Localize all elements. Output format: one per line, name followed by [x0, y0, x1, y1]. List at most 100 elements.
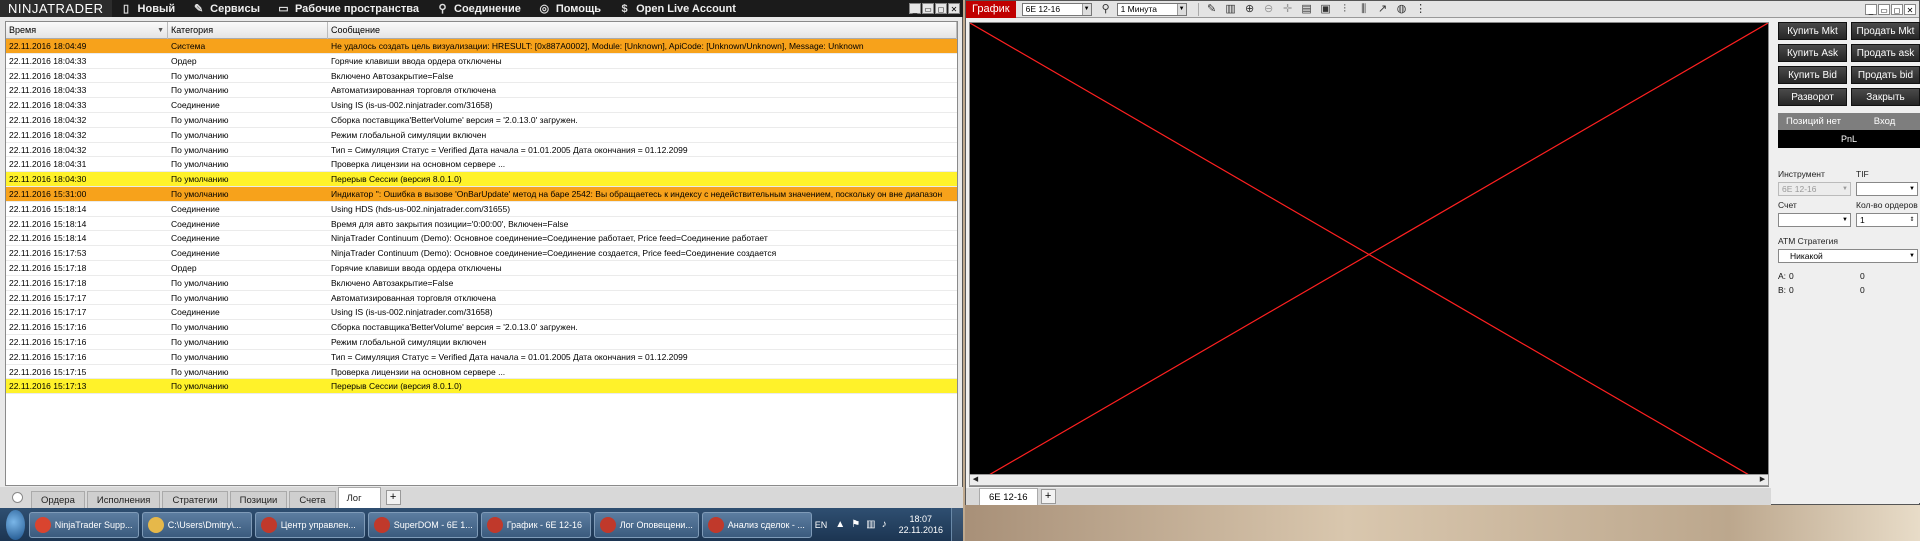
table-row[interactable]: 22.11.2016 15:18:14 Соединение Время для а…: [6, 217, 957, 232]
network-icon[interactable]: ▥: [866, 519, 875, 530]
scroll-left-icon[interactable]: ◀: [970, 475, 981, 485]
log-category: По умолчанию: [171, 159, 229, 170]
menu-item-3[interactable]: ⚲ Соединение: [428, 0, 530, 17]
volume-icon[interactable]: ♪: [882, 519, 887, 530]
chart-tab[interactable]: 6E 12-16: [979, 488, 1038, 506]
taskbar-item[interactable]: C:\Users\Dmitry\...: [141, 511, 252, 538]
table-row[interactable]: 22.11.2016 15:17:16 По умолчанию Режим гло…: [6, 335, 957, 350]
table-row[interactable]: 22.11.2016 18:04:32 По умолчанию Тип = Сим…: [6, 143, 957, 158]
scroll-right-icon[interactable]: ▶: [1757, 475, 1768, 485]
tab-4[interactable]: Счета: [289, 491, 336, 508]
pencil-icon[interactable]: ✎: [1204, 2, 1220, 17]
show-hidden-icons-icon[interactable]: ▲: [835, 519, 845, 530]
interval-selector[interactable]: 1 Минута ▼: [1116, 2, 1187, 16]
start-button[interactable]: [6, 509, 25, 540]
tab-2[interactable]: Стратегии: [162, 491, 228, 508]
minimize-button[interactable]: _: [909, 3, 921, 14]
sell-market-button[interactable]: Продать Mkt: [1851, 22, 1920, 40]
column-header-category[interactable]: Категория: [168, 22, 328, 39]
menu-item-4[interactable]: ◎ Помощь: [530, 0, 610, 17]
properties-icon[interactable]: ▤: [1299, 2, 1315, 17]
flag-icon[interactable]: ⚑: [851, 519, 860, 530]
menu-item-2[interactable]: ▭ Рабочие пространства: [269, 0, 428, 17]
zoom-out-icon[interactable]: ⊖: [1261, 2, 1277, 17]
reverse-button[interactable]: Разворот: [1778, 88, 1847, 106]
bar-type-icon[interactable]: ▥: [1223, 2, 1239, 17]
close-button[interactable]: ✕: [948, 3, 960, 14]
tab-0[interactable]: Ордера: [31, 491, 85, 508]
clock[interactable]: 18:07 22.11.2016: [899, 514, 943, 536]
add-tab-button[interactable]: +: [385, 490, 401, 505]
chart-canvas[interactable]: [969, 22, 1769, 487]
table-row[interactable]: 22.11.2016 15:17:17 Соединение Using IS (i…: [6, 305, 957, 321]
column-header-message[interactable]: Сообщение: [328, 22, 957, 39]
table-row[interactable]: 22.11.2016 15:17:53 Соединение NinjaTrader…: [6, 246, 957, 261]
maximize-button[interactable]: ◻: [1891, 3, 1903, 15]
maximize-button[interactable]: ◻: [935, 3, 947, 14]
table-row[interactable]: 22.11.2016 15:17:18 Ордер Горячие клавиши …: [6, 261, 957, 276]
account-select[interactable]: ▼: [1778, 213, 1851, 227]
table-row[interactable]: 22.11.2016 15:17:16 По умолчанию Тип = Сим…: [6, 350, 957, 365]
table-row[interactable]: 22.11.2016 15:17:16 По умолчанию Сборка по…: [6, 320, 957, 335]
language-indicator[interactable]: EN: [815, 520, 828, 530]
table-row[interactable]: 22.11.2016 18:04:49 Система Не удалось соз…: [6, 39, 957, 54]
table-row[interactable]: 22.11.2016 15:17:17 По умолчанию Автоматиз…: [6, 291, 957, 306]
table-row[interactable]: 22.11.2016 15:17:15 По умолчанию Проверка …: [6, 365, 957, 380]
restore-button[interactable]: ▭: [1878, 3, 1890, 15]
instrument-selector[interactable]: 6E 12-16 ▼: [1021, 2, 1092, 16]
chart-horizontal-scrollbar[interactable]: ◀ ▶: [969, 474, 1769, 486]
buy-bid-button[interactable]: Купить Bid: [1778, 66, 1847, 84]
table-row[interactable]: 22.11.2016 18:04:32 По умолчанию Режим гло…: [6, 128, 957, 143]
taskbar-item[interactable]: График - 6E 12-16: [480, 511, 591, 538]
table-row[interactable]: 22.11.2016 15:31:00 По умолчанию Индикатор…: [6, 186, 957, 202]
stepper-arrows-icon[interactable]: ⇕: [1907, 214, 1917, 226]
sell-ask-button[interactable]: Продать ask: [1851, 44, 1920, 62]
bars-icon[interactable]: ⫼: [1356, 2, 1372, 17]
table-row[interactable]: 22.11.2016 18:04:33 Ордер Горячие клавиши …: [6, 54, 957, 69]
table-row[interactable]: 22.11.2016 18:04:32 По умолчанию Сборка по…: [6, 113, 957, 128]
table-row[interactable]: 22.11.2016 18:04:33 Соединение Using IS (i…: [6, 98, 957, 113]
minimize-button[interactable]: _: [1865, 3, 1877, 15]
column-header-time[interactable]: Время ▼: [6, 22, 168, 39]
data-series-icon[interactable]: ⫶: [1337, 2, 1353, 17]
table-row[interactable]: 22.11.2016 15:18:14 Соединение NinjaTrader…: [6, 231, 957, 247]
tif-select[interactable]: ▼: [1856, 182, 1918, 196]
menu-item-0[interactable]: ▯ Новый: [112, 0, 185, 17]
tab-3[interactable]: Позиции: [229, 491, 288, 508]
table-row[interactable]: 22.11.2016 15:17:18 По умолчанию Включено …: [6, 276, 957, 291]
crosshair-icon[interactable]: ✛: [1280, 2, 1296, 17]
sell-bid-button[interactable]: Продать bid: [1851, 66, 1920, 84]
menu-item-1[interactable]: ✎ Сервисы: [184, 0, 269, 17]
tab-5[interactable]: Лог: [337, 487, 381, 508]
drawing-tools-icon[interactable]: ↗: [1375, 2, 1391, 17]
taskbar-item[interactable]: Анализ сделок - ...: [701, 511, 812, 538]
taskbar-item[interactable]: SuperDOM - 6E 1...: [367, 511, 478, 538]
snapshot-icon[interactable]: ▣: [1318, 2, 1334, 17]
search-icon[interactable]: ⚲: [1098, 2, 1114, 17]
quantity-stepper[interactable]: 1 ⇕: [1856, 213, 1918, 227]
buy-market-button[interactable]: Купить Mkt: [1778, 22, 1847, 40]
reload-icon[interactable]: ◍: [1394, 2, 1410, 17]
show-desktop-button[interactable]: [951, 508, 963, 541]
table-row[interactable]: 22.11.2016 18:04:30 По умолчанию Перерыв С…: [6, 172, 957, 187]
close-position-button[interactable]: Закрыть: [1851, 88, 1920, 106]
radio-icon[interactable]: [12, 492, 23, 503]
taskbar-item[interactable]: Лог Оповещени...: [593, 511, 699, 538]
tab-1[interactable]: Исполнения: [86, 491, 161, 508]
table-row[interactable]: 22.11.2016 18:04:33 По умолчанию Автоматиз…: [6, 83, 957, 99]
zoom-in-icon[interactable]: ⊕: [1242, 2, 1258, 17]
add-chart-tab-button[interactable]: +: [1040, 489, 1056, 504]
table-row[interactable]: 22.11.2016 18:04:31 По умолчанию Проверка …: [6, 157, 957, 173]
restore-button[interactable]: ▭: [922, 3, 934, 14]
taskbar-item[interactable]: Центр управлен...: [254, 511, 365, 538]
taskbar-item[interactable]: NinjaTrader Supp...: [28, 511, 139, 538]
table-row[interactable]: 22.11.2016 15:17:13 По умолчанию Перерыв С…: [6, 379, 957, 395]
close-button[interactable]: ✕: [1904, 3, 1916, 15]
table-row[interactable]: 22.11.2016 15:18:14 Соединение Using HDS (…: [6, 202, 957, 217]
instrument-field[interactable]: 6E 12-16 ▼: [1778, 182, 1851, 196]
buy-ask-button[interactable]: Купить Ask: [1778, 44, 1847, 62]
more-options-icon[interactable]: ⋮: [1413, 2, 1429, 17]
atm-strategy-select[interactable]: Никакой ▼: [1778, 249, 1918, 263]
table-row[interactable]: 22.11.2016 18:04:33 По умолчанию Включено …: [6, 69, 957, 84]
menu-item-5[interactable]: $ Open Live Account: [610, 0, 745, 17]
